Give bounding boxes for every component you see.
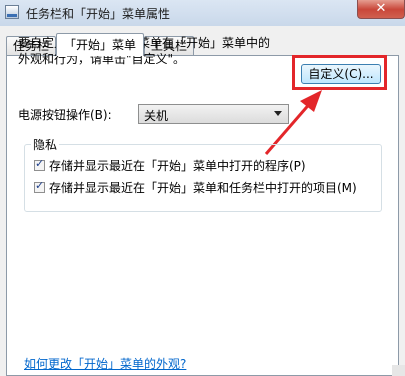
tab-start-menu[interactable]: 「开始」菜单 bbox=[56, 33, 144, 56]
checkbox-label: 存储并显示最近在「开始」菜单中打开的程序(P) bbox=[49, 159, 306, 173]
checkmark-icon: ✓ bbox=[35, 157, 45, 170]
checkbox-row-recent-programs[interactable]: ✓ 存储并显示最近在「开始」菜单中打开的程序(P) bbox=[34, 157, 306, 174]
footer-edge bbox=[392, 365, 405, 376]
checkbox-recent-items[interactable]: ✓ bbox=[34, 179, 45, 193]
help-link[interactable]: 如何更改「开始」菜单的外观? bbox=[24, 355, 186, 372]
power-button-select[interactable]: 关机 bbox=[138, 104, 289, 124]
checkbox-recent-programs[interactable]: ✓ bbox=[34, 157, 45, 171]
checkmark-icon: ✓ bbox=[35, 179, 45, 192]
power-button-value: 关机 bbox=[144, 109, 169, 123]
checkbox-label: 存储并显示最近在「开始」菜单和任务栏中打开的项目(M) bbox=[49, 181, 357, 195]
chevron-down-icon bbox=[274, 111, 282, 116]
privacy-group bbox=[24, 144, 382, 212]
power-button-label: 电源按钮操作(B): bbox=[18, 108, 112, 122]
checkbox-row-recent-items[interactable]: ✓ 存储并显示最近在「开始」菜单和任务栏中打开的项目(M) bbox=[34, 179, 357, 196]
privacy-group-title: 隐私 bbox=[31, 136, 60, 153]
